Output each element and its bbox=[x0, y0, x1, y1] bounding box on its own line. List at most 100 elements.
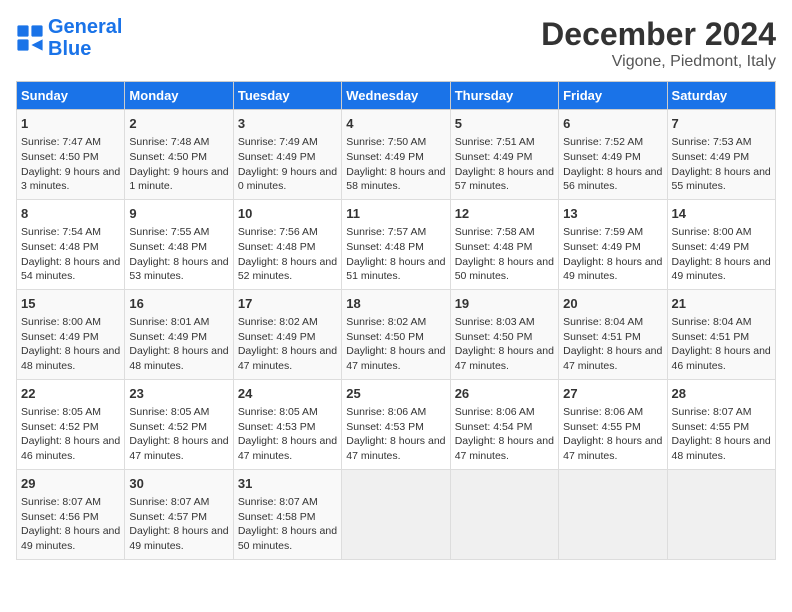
page-header: General Blue December 2024 Vigone, Piedm… bbox=[16, 16, 776, 71]
cell-content: Sunrise: 8:07 AMSunset: 4:55 PMDaylight:… bbox=[672, 405, 771, 464]
col-header-monday: Monday bbox=[125, 82, 233, 110]
calendar-cell: 11 Sunrise: 7:57 AMSunset: 4:48 PMDayligh… bbox=[342, 199, 450, 289]
calendar-week-row: 1Sunrise: 7:47 AMSunset: 4:50 PMDaylight… bbox=[17, 110, 776, 200]
cell-content: Sunrise: 7:51 AMSunset: 4:49 PMDaylight:… bbox=[455, 135, 554, 194]
calendar-cell bbox=[559, 469, 667, 559]
cell-content: Sunrise: 8:04 AMSunset: 4:51 PMDaylight:… bbox=[563, 315, 662, 374]
day-number: 3 bbox=[238, 115, 337, 133]
calendar-cell: 31Sunrise: 8:07 AMSunset: 4:58 PMDayligh… bbox=[233, 469, 341, 559]
day-number: 13 bbox=[563, 205, 662, 223]
cell-content: Sunrise: 8:02 AMSunset: 4:49 PMDaylight:… bbox=[238, 315, 337, 374]
calendar-week-row: 15Sunrise: 8:00 AMSunset: 4:49 PMDayligh… bbox=[17, 289, 776, 379]
cell-content: Sunrise: 7:54 AMSunset: 4:48 PMDaylight:… bbox=[21, 225, 120, 284]
calendar-cell: 12 Sunrise: 7:58 AMSunset: 4:48 PMDayligh… bbox=[450, 199, 558, 289]
cell-content: Sunrise: 8:07 AMSunset: 4:56 PMDaylight:… bbox=[21, 495, 120, 554]
calendar-week-row: 22Sunrise: 8:05 AMSunset: 4:52 PMDayligh… bbox=[17, 379, 776, 469]
col-header-thursday: Thursday bbox=[450, 82, 558, 110]
calendar-cell: 20Sunrise: 8:04 AMSunset: 4:51 PMDayligh… bbox=[559, 289, 667, 379]
day-number: 26 bbox=[455, 385, 554, 403]
calendar-cell: 8 Sunrise: 7:54 AMSunset: 4:48 PMDaylight… bbox=[17, 199, 125, 289]
calendar-cell: 19 Sunrise: 8:03 AMSunset: 4:50 PMDayligh… bbox=[450, 289, 558, 379]
col-header-sunday: Sunday bbox=[17, 82, 125, 110]
cell-content: Sunrise: 7:56 AMSunset: 4:48 PMDaylight:… bbox=[238, 225, 337, 284]
day-number: 19 bbox=[455, 295, 554, 313]
day-number: 17 bbox=[238, 295, 337, 313]
title-area: December 2024 Vigone, Piedmont, Italy bbox=[541, 16, 776, 71]
day-number: 7 bbox=[672, 115, 771, 133]
day-number: 29 bbox=[21, 475, 120, 493]
cell-content: Sunrise: 8:02 AMSunset: 4:50 PMDaylight:… bbox=[346, 315, 445, 374]
cell-content: Sunrise: 8:00 AMSunset: 4:49 PMDaylight:… bbox=[672, 225, 771, 284]
cell-content: Sunrise: 8:00 AMSunset: 4:49 PMDaylight:… bbox=[21, 315, 120, 374]
calendar-cell: 13 Sunrise: 7:59 AMSunset: 4:49 PMDayligh… bbox=[559, 199, 667, 289]
cell-content: Sunrise: 7:52 AMSunset: 4:49 PMDaylight:… bbox=[563, 135, 662, 194]
day-number: 6 bbox=[563, 115, 662, 133]
day-number: 11 bbox=[346, 205, 445, 223]
cell-content: Sunrise: 7:53 AMSunset: 4:49 PMDaylight:… bbox=[672, 135, 771, 194]
calendar-cell: 26Sunrise: 8:06 AMSunset: 4:54 PMDayligh… bbox=[450, 379, 558, 469]
calendar-cell: 7 Sunrise: 7:53 AMSunset: 4:49 PMDaylight… bbox=[667, 110, 775, 200]
cell-content: Sunrise: 8:04 AMSunset: 4:51 PMDaylight:… bbox=[672, 315, 771, 374]
calendar-cell: 27 Sunrise: 8:06 AMSunset: 4:55 PMDayligh… bbox=[559, 379, 667, 469]
calendar-cell: 25 Sunrise: 8:06 AMSunset: 4:53 PMDayligh… bbox=[342, 379, 450, 469]
calendar-cell: 17 Sunrise: 8:02 AMSunset: 4:49 PMDayligh… bbox=[233, 289, 341, 379]
day-number: 9 bbox=[129, 205, 228, 223]
calendar-cell bbox=[342, 469, 450, 559]
col-header-tuesday: Tuesday bbox=[233, 82, 341, 110]
calendar-cell: 2Sunrise: 7:48 AMSunset: 4:50 PMDaylight… bbox=[125, 110, 233, 200]
day-number: 2 bbox=[129, 115, 228, 133]
day-number: 28 bbox=[672, 385, 771, 403]
day-number: 5 bbox=[455, 115, 554, 133]
calendar-cell: 6 Sunrise: 7:52 AMSunset: 4:49 PMDaylight… bbox=[559, 110, 667, 200]
cell-content: Sunrise: 8:01 AMSunset: 4:49 PMDaylight:… bbox=[129, 315, 228, 374]
col-header-saturday: Saturday bbox=[667, 82, 775, 110]
calendar-cell: 5 Sunrise: 7:51 AMSunset: 4:49 PMDaylight… bbox=[450, 110, 558, 200]
calendar-cell: 14 Sunrise: 8:00 AMSunset: 4:49 PMDayligh… bbox=[667, 199, 775, 289]
calendar-cell: 21Sunrise: 8:04 AMSunset: 4:51 PMDayligh… bbox=[667, 289, 775, 379]
day-number: 18 bbox=[346, 295, 445, 313]
calendar-cell: 30 Sunrise: 8:07 AMSunset: 4:57 PMDayligh… bbox=[125, 469, 233, 559]
logo: General Blue bbox=[16, 16, 122, 60]
calendar-cell: 10Sunrise: 7:56 AMSunset: 4:48 PMDayligh… bbox=[233, 199, 341, 289]
cell-content: Sunrise: 7:58 AMSunset: 4:48 PMDaylight:… bbox=[455, 225, 554, 284]
cell-content: Sunrise: 8:07 AMSunset: 4:57 PMDaylight:… bbox=[129, 495, 228, 554]
day-number: 30 bbox=[129, 475, 228, 493]
day-number: 12 bbox=[455, 205, 554, 223]
day-number: 27 bbox=[563, 385, 662, 403]
calendar-cell: 28 Sunrise: 8:07 AMSunset: 4:55 PMDayligh… bbox=[667, 379, 775, 469]
day-number: 4 bbox=[346, 115, 445, 133]
calendar-cell: 18 Sunrise: 8:02 AMSunset: 4:50 PMDayligh… bbox=[342, 289, 450, 379]
day-number: 25 bbox=[346, 385, 445, 403]
calendar-subtitle: Vigone, Piedmont, Italy bbox=[541, 53, 776, 71]
cell-content: Sunrise: 8:06 AMSunset: 4:53 PMDaylight:… bbox=[346, 405, 445, 464]
cell-content: Sunrise: 7:50 AMSunset: 4:49 PMDaylight:… bbox=[346, 135, 445, 194]
cell-content: Sunrise: 7:55 AMSunset: 4:48 PMDaylight:… bbox=[129, 225, 228, 284]
calendar-cell: 23Sunrise: 8:05 AMSunset: 4:52 PMDayligh… bbox=[125, 379, 233, 469]
calendar-cell: 29 Sunrise: 8:07 AMSunset: 4:56 PMDayligh… bbox=[17, 469, 125, 559]
day-number: 8 bbox=[21, 205, 120, 223]
calendar-cell: 24Sunrise: 8:05 AMSunset: 4:53 PMDayligh… bbox=[233, 379, 341, 469]
day-number: 14 bbox=[672, 205, 771, 223]
cell-content: Sunrise: 8:07 AMSunset: 4:58 PMDaylight:… bbox=[238, 495, 337, 554]
cell-content: Sunrise: 8:05 AMSunset: 4:53 PMDaylight:… bbox=[238, 405, 337, 464]
logo-text: General Blue bbox=[48, 16, 122, 60]
col-header-friday: Friday bbox=[559, 82, 667, 110]
calendar-cell: 3 Sunrise: 7:49 AMSunset: 4:49 PMDaylight… bbox=[233, 110, 341, 200]
calendar-table: SundayMondayTuesdayWednesdayThursdayFrid… bbox=[16, 81, 776, 560]
day-number: 16 bbox=[129, 295, 228, 313]
cell-content: Sunrise: 8:06 AMSunset: 4:55 PMDaylight:… bbox=[563, 405, 662, 464]
day-number: 23 bbox=[129, 385, 228, 403]
calendar-cell: 16 Sunrise: 8:01 AMSunset: 4:49 PMDayligh… bbox=[125, 289, 233, 379]
calendar-cell: 9 Sunrise: 7:55 AMSunset: 4:48 PMDaylight… bbox=[125, 199, 233, 289]
calendar-header-row: SundayMondayTuesdayWednesdayThursdayFrid… bbox=[17, 82, 776, 110]
cell-content: Sunrise: 7:47 AMSunset: 4:50 PMDaylight:… bbox=[21, 135, 120, 194]
calendar-cell bbox=[450, 469, 558, 559]
calendar-week-row: 8 Sunrise: 7:54 AMSunset: 4:48 PMDaylight… bbox=[17, 199, 776, 289]
col-header-wednesday: Wednesday bbox=[342, 82, 450, 110]
cell-content: Sunrise: 7:57 AMSunset: 4:48 PMDaylight:… bbox=[346, 225, 445, 284]
cell-content: Sunrise: 8:05 AMSunset: 4:52 PMDaylight:… bbox=[21, 405, 120, 464]
cell-content: Sunrise: 7:59 AMSunset: 4:49 PMDaylight:… bbox=[563, 225, 662, 284]
cell-content: Sunrise: 7:49 AMSunset: 4:49 PMDaylight:… bbox=[238, 135, 337, 194]
calendar-title: December 2024 bbox=[541, 16, 776, 53]
cell-content: Sunrise: 8:03 AMSunset: 4:50 PMDaylight:… bbox=[455, 315, 554, 374]
